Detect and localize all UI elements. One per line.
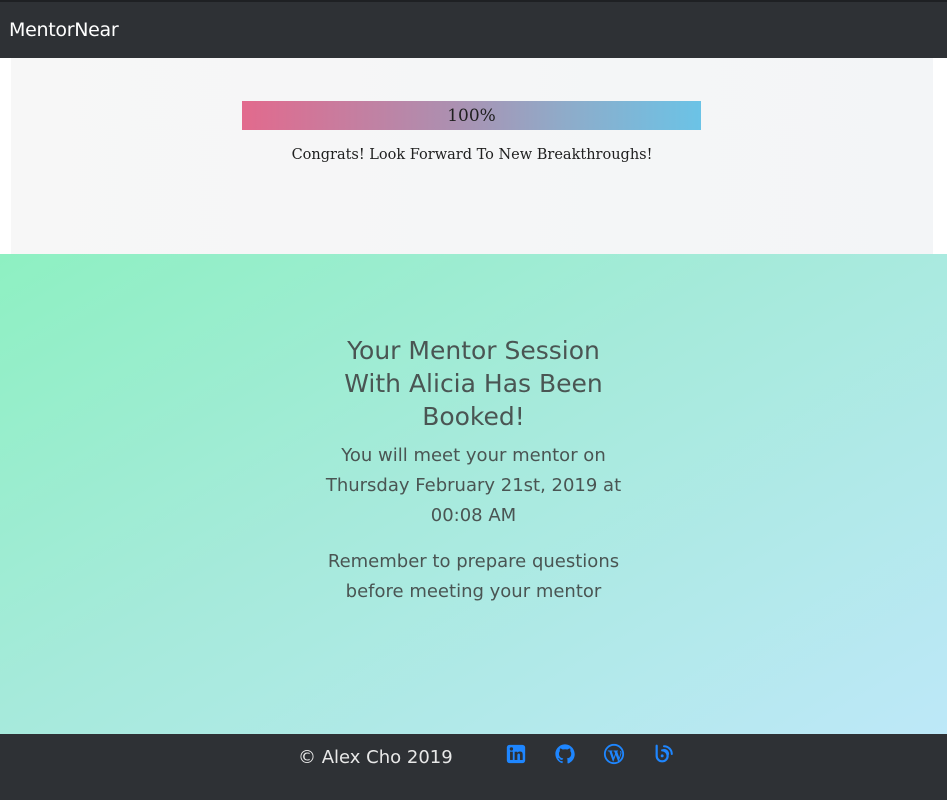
- copyright: © Alex Cho 2019: [298, 747, 453, 768]
- booking-title: Your Mentor Session With Alicia Has Been…: [344, 336, 603, 431]
- navbar: MentorNear: [0, 0, 947, 58]
- booking-reminder: Remember to prepare questions before mee…: [327, 551, 620, 602]
- wordpress-icon: [603, 743, 625, 765]
- blog-link[interactable]: [653, 743, 675, 765]
- progress-card: 100% Congrats! Look Forward To New Break…: [11, 58, 933, 254]
- brand-logo[interactable]: MentorNear: [9, 19, 119, 41]
- booking-confirmation: Your Mentor Session With Alicia Has Been…: [0, 254, 947, 734]
- progress-bar: 100%: [242, 101, 701, 130]
- congrats-message: Congrats! Look Forward To New Breakthrou…: [291, 147, 653, 163]
- booking-date: You will meet your mentor on Thursday Fe…: [325, 445, 622, 526]
- footer: © Alex Cho 2019: [0, 734, 947, 800]
- progress-label: 100%: [447, 106, 496, 126]
- wordpress-link[interactable]: [603, 743, 625, 765]
- github-icon: [554, 743, 576, 765]
- linkedin-link[interactable]: [505, 743, 527, 765]
- github-link[interactable]: [554, 743, 576, 765]
- linkedin-icon: [505, 743, 527, 765]
- blog-icon: [653, 743, 675, 765]
